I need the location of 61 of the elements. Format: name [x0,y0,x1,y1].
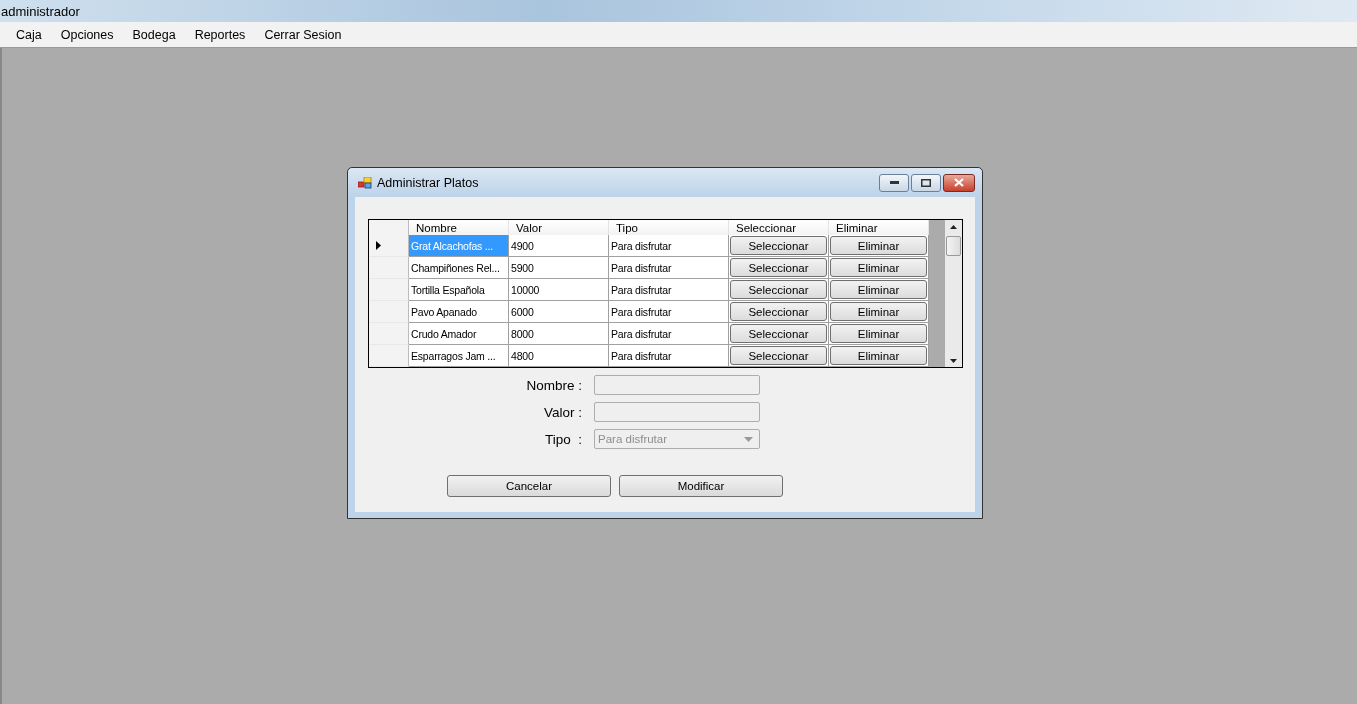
maximize-icon [921,178,931,187]
select-button[interactable]: Seleccionar [730,280,827,299]
select-button[interactable]: Seleccionar [730,302,827,321]
delete-button[interactable]: Eliminar [830,324,927,343]
scrollbar-thumb[interactable] [946,236,961,256]
delete-button[interactable]: Eliminar [830,346,927,365]
field-label: Tipo : [544,431,583,447]
maximize-button[interactable] [911,173,941,192]
delete-button[interactable]: Eliminar [830,302,927,321]
table-cell: Para disfrutar [609,345,729,367]
menu-item[interactable]: Cerrar Sesion [256,27,350,42]
delete-button[interactable]: Eliminar [830,236,927,255]
table-cell: Para disfrutar [609,235,729,257]
table-cell: Champiñones Rel... [409,257,509,279]
row-header[interactable] [369,235,409,257]
vertical-scrollbar[interactable] [945,220,962,367]
table-cell: 8000 [509,323,609,345]
minimize-button[interactable] [879,173,909,192]
select-button[interactable]: Seleccionar [730,236,827,255]
table-cell: 10000 [509,279,609,301]
column-header[interactable]: Seleccionar [729,220,829,235]
menu-item[interactable]: Bodega [124,27,184,42]
table-cell: Esparragos Jam ... [409,345,509,367]
menu-item[interactable]: Reportes [186,27,254,42]
close-icon [954,178,964,187]
delete-button[interactable]: Eliminar [830,258,927,277]
table-cell: Para disfrutar [609,323,729,345]
minimize-icon [889,181,899,184]
dialog-button[interactable]: Cancelar [447,475,611,497]
table-cell: 4900 [509,235,609,257]
row-header-corner [369,220,409,235]
field-label: Nombre : [525,377,583,393]
field-label: Valor : [543,404,583,420]
table-cell: Pavo Apanado [409,301,509,323]
select-button[interactable]: Seleccionar [730,346,827,365]
scroll-up-icon[interactable] [950,225,957,229]
menu-item[interactable]: Opciones [52,27,122,42]
table-cell: 4800 [509,345,609,367]
dropdown-caret-icon [744,436,753,442]
delete-button[interactable]: Eliminar [830,280,927,299]
window-title: administrador [0,3,80,19]
select-button[interactable]: Seleccionar [730,258,827,277]
table-cell: Para disfrutar [609,279,729,301]
dialog-title: Administrar Platos [377,175,480,190]
column-header[interactable]: Eliminar [829,220,929,235]
scroll-down-icon[interactable] [950,359,957,363]
table-cell: Grat Alcachofas ... [409,235,509,257]
menu-item[interactable]: Caja [8,27,50,42]
table-cell: Para disfrutar [609,301,729,323]
table-cell: 6000 [509,301,609,323]
column-header[interactable]: Tipo [609,220,729,235]
dialog-button[interactable]: Modificar [619,475,783,497]
table-cell: Tortilla Española [409,279,509,301]
column-header[interactable]: Valor [509,220,609,235]
table-cell: Para disfrutar [609,257,729,279]
table-cell: Crudo Amador [409,323,509,345]
app-icon [358,176,372,189]
column-header[interactable]: Nombre [409,220,509,235]
close-button[interactable] [943,173,975,192]
table-cell: 5900 [509,257,609,279]
select-button[interactable]: Seleccionar [730,324,827,343]
